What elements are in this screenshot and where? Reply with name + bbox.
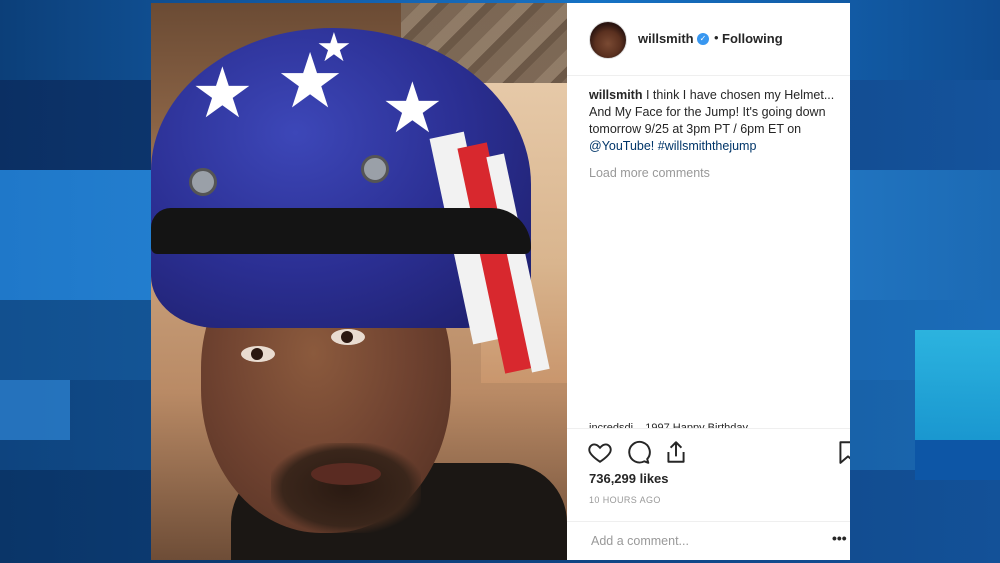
caption-mention-link[interactable]: @YouTube! — [589, 139, 654, 153]
more-options-icon[interactable]: ••• — [832, 530, 847, 546]
comment-input[interactable] — [589, 533, 813, 549]
post-header: willsmith ✓ • Following — [567, 3, 850, 76]
post-timestamp[interactable]: 10 HOURS AGO — [589, 495, 661, 505]
separator-dot: • — [714, 30, 719, 45]
post-side-panel: willsmith ✓ • Following willsmith I thin… — [567, 3, 850, 560]
bookmark-icon[interactable] — [835, 439, 850, 465]
username-link[interactable]: willsmith — [638, 31, 694, 46]
instagram-post: ★ ★ ★ ★ willsmith ✓ • Following willsmit… — [151, 3, 850, 560]
likes-count[interactable]: 736,299 likes — [589, 471, 669, 486]
post-actions: 736,299 likes 10 HOURS AGO ••• — [567, 428, 850, 560]
comment-bubble-icon[interactable] — [625, 439, 651, 465]
post-caption: willsmith I think I have chosen my Helme… — [589, 87, 844, 155]
comment-box: ••• — [567, 521, 850, 560]
avatar[interactable] — [589, 21, 627, 59]
load-more-comments-button[interactable]: Load more comments — [589, 166, 710, 180]
post-photo: ★ ★ ★ ★ — [151, 3, 567, 560]
share-icon[interactable] — [663, 439, 689, 465]
caption-username[interactable]: willsmith — [589, 88, 642, 102]
verified-badge-icon: ✓ — [697, 33, 709, 45]
heart-icon[interactable] — [587, 439, 613, 465]
following-button[interactable]: Following — [722, 31, 783, 46]
caption-hashtag-link[interactable]: #willsmiththejump — [658, 139, 757, 153]
